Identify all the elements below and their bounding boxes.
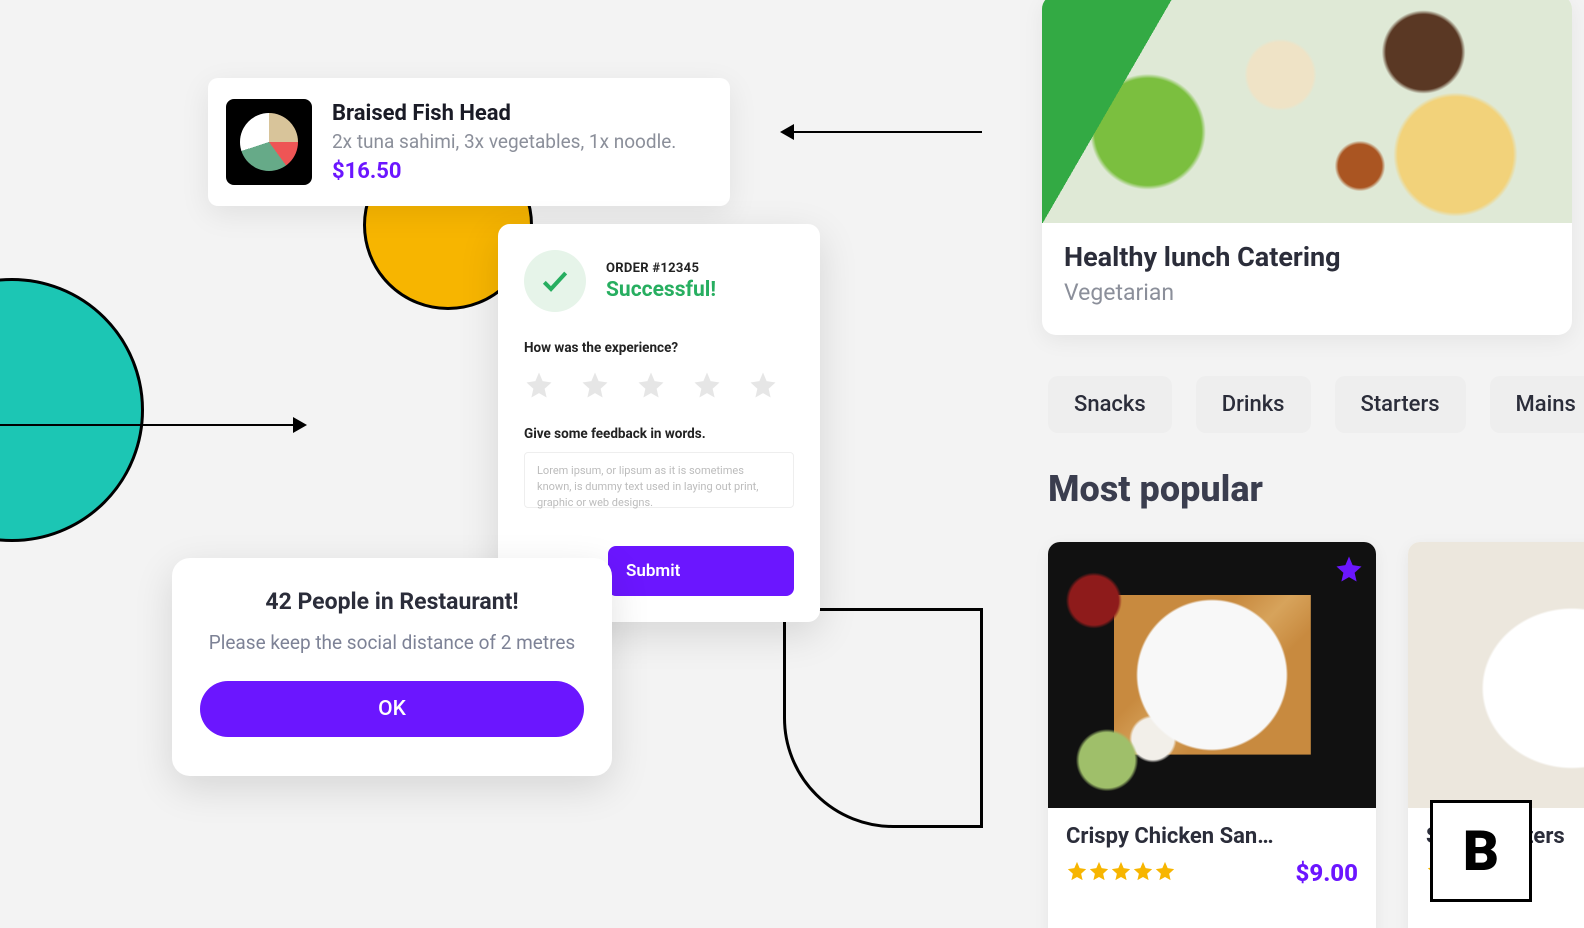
star-icon	[1110, 860, 1132, 882]
order-number-label: ORDER #12345	[606, 261, 716, 276]
order-item-thumbnail	[226, 99, 312, 185]
category-chip-starters[interactable]: Starters	[1335, 376, 1466, 433]
success-check-icon	[524, 250, 586, 312]
rating-question-label: How was the experience?	[524, 340, 794, 356]
product-price: $9.00	[1296, 859, 1358, 887]
category-chips-row: Snacks Drinks Starters Mains	[1048, 376, 1584, 433]
decorative-arrow-left	[782, 131, 982, 133]
star-icon[interactable]	[524, 370, 554, 400]
star-icon	[1154, 860, 1176, 882]
product-name: Crispy Chicken San…	[1066, 824, 1358, 849]
restaurant-tag: Vegetarian	[1064, 279, 1550, 306]
decorative-circle-teal	[0, 278, 144, 542]
order-status-text: Successful!	[606, 278, 716, 302]
occupancy-title: 42 People in Restaurant!	[200, 588, 584, 615]
category-chip-drinks[interactable]: Drinks	[1196, 376, 1311, 433]
product-image	[1408, 542, 1584, 808]
section-title-most-popular: Most popular	[1048, 468, 1263, 510]
order-item-price: $16.50	[332, 159, 676, 184]
product-image	[1048, 542, 1376, 808]
rating-stars[interactable]	[524, 370, 794, 400]
occupancy-message: Please keep the social distance of 2 met…	[200, 629, 584, 657]
brand-logo: B	[1430, 800, 1532, 902]
star-icon[interactable]	[636, 370, 666, 400]
submit-button[interactable]: Submit	[608, 546, 794, 596]
order-item-card[interactable]: Braised Fish Head 2x tuna sahimi, 3x veg…	[208, 78, 730, 206]
star-icon	[1132, 860, 1154, 882]
order-item-name: Braised Fish Head	[332, 101, 676, 126]
restaurant-name: Healthy lunch Catering	[1064, 241, 1550, 273]
star-icon[interactable]	[580, 370, 610, 400]
category-chip-mains[interactable]: Mains	[1490, 376, 1584, 433]
ok-button[interactable]: OK	[200, 681, 584, 737]
product-card[interactable]: Crispy Chicken San… $9.00	[1048, 542, 1376, 928]
star-icon	[1066, 860, 1088, 882]
restaurant-card[interactable]: Healthy lunch Catering Vegetarian	[1042, 0, 1572, 335]
category-chip-snacks[interactable]: Snacks	[1048, 376, 1172, 433]
star-icon	[1088, 860, 1110, 882]
decorative-arrow-right	[0, 424, 305, 426]
product-rating	[1066, 860, 1176, 886]
star-icon[interactable]	[692, 370, 722, 400]
star-icon[interactable]	[748, 370, 778, 400]
feedback-text-label: Give some feedback in words.	[524, 426, 794, 442]
restaurant-hero-image	[1042, 0, 1572, 223]
favorite-star-icon[interactable]	[1334, 554, 1364, 584]
feedback-textarea[interactable]: Lorem ipsum, or lipsum as it is sometime…	[524, 452, 794, 508]
occupancy-alert-card: 42 People in Restaurant! Please keep the…	[172, 558, 612, 776]
order-item-description: 2x tuna sahimi, 3x vegetables, 1x noodle…	[332, 130, 676, 153]
decorative-box-outline	[783, 608, 983, 828]
